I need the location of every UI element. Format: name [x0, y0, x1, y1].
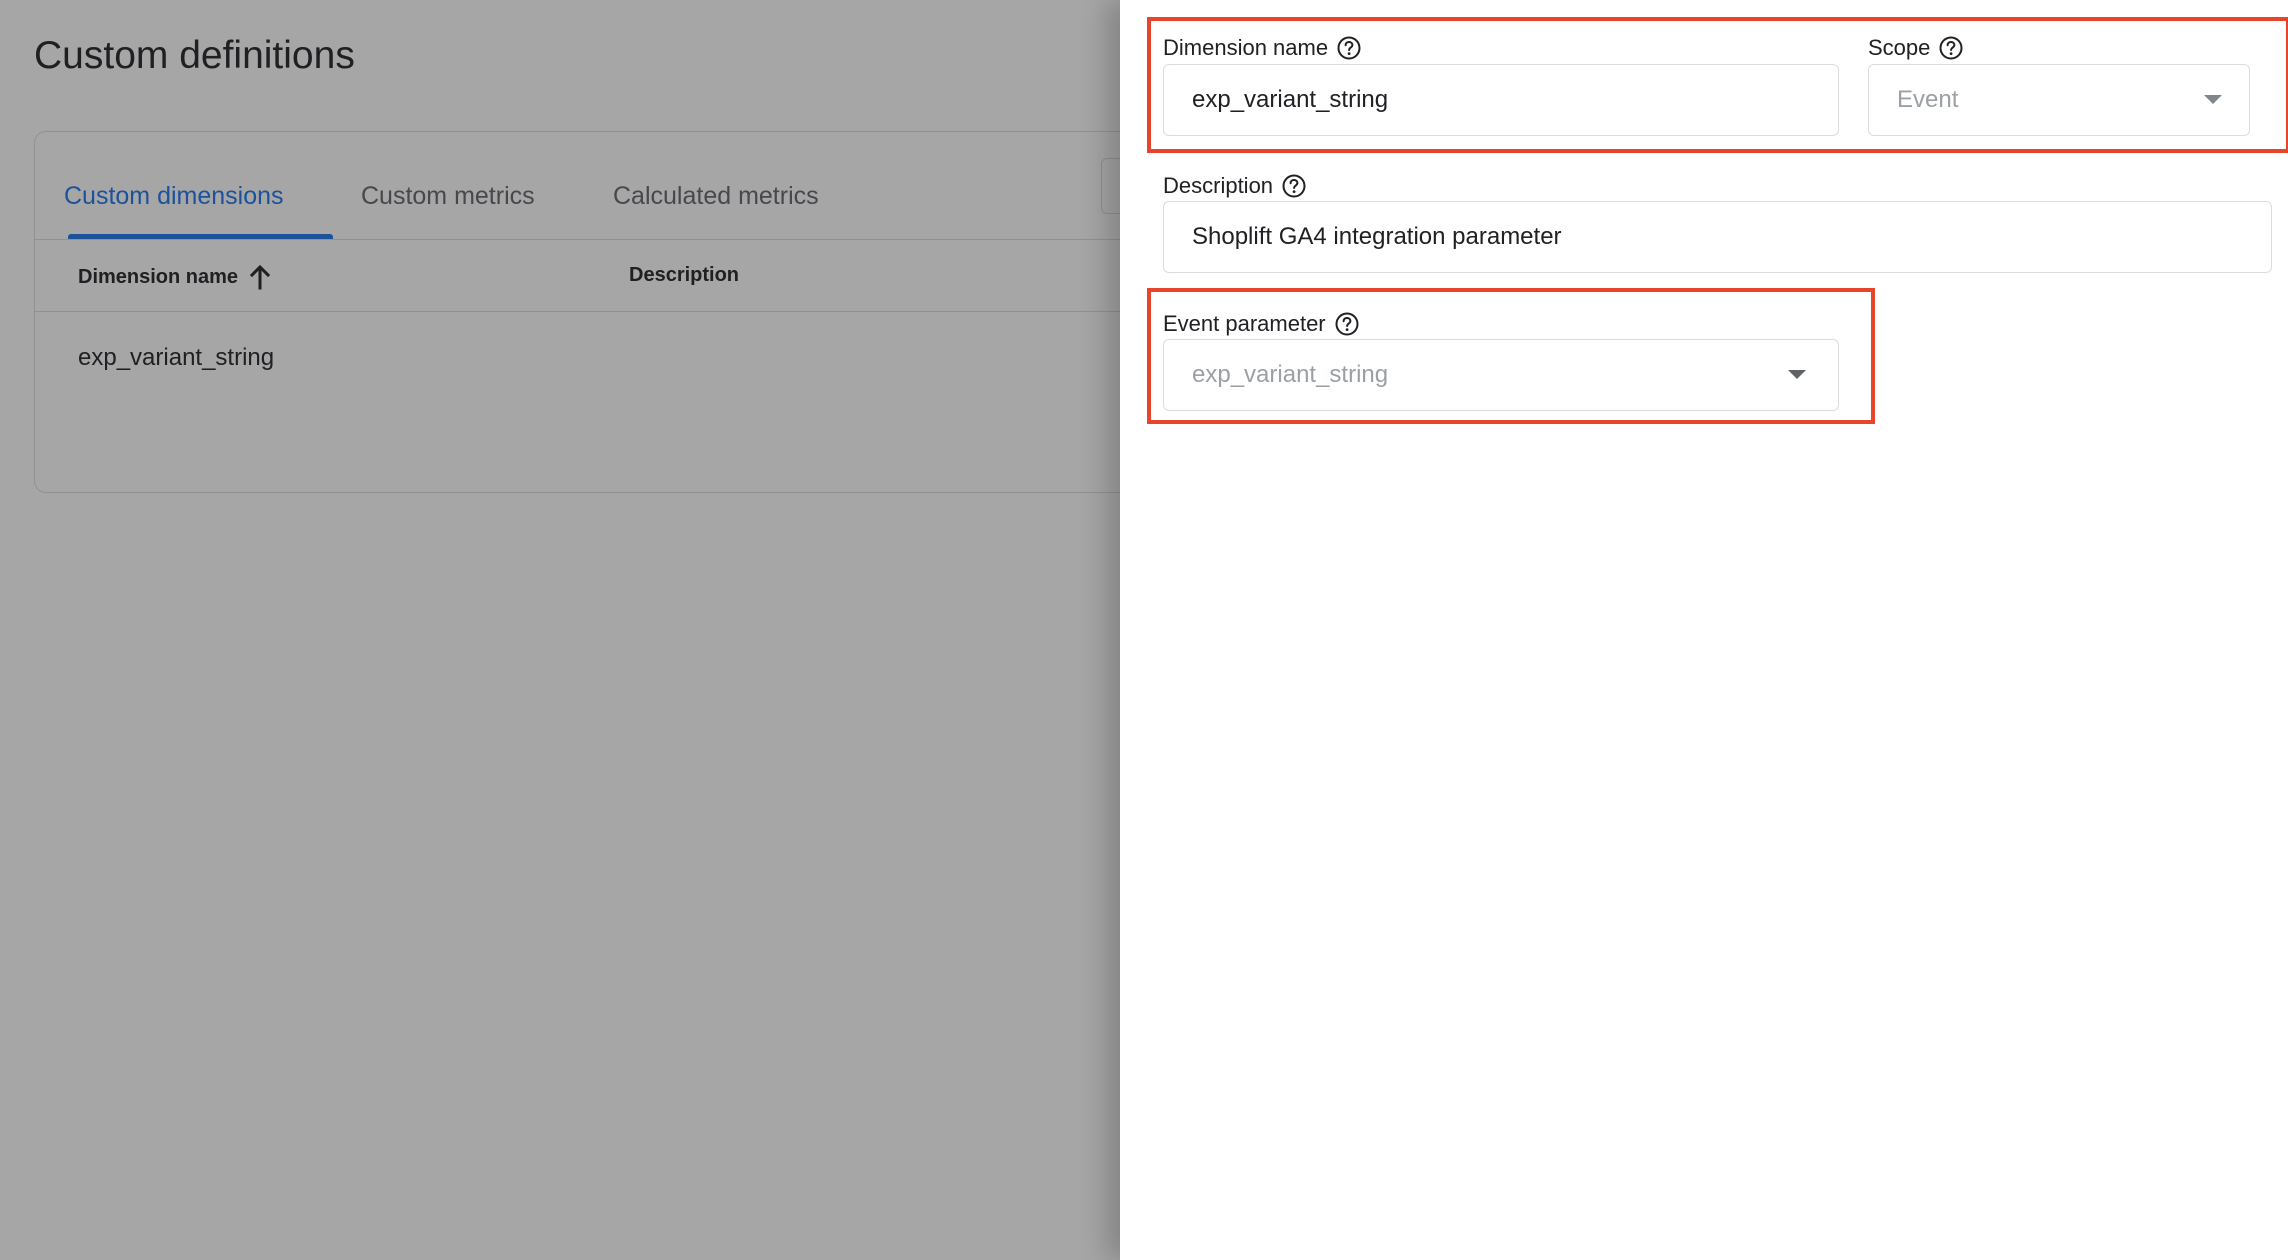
help-circle-icon[interactable] [1281, 173, 1307, 199]
description-input[interactable]: Shoplift GA4 integration parameter [1163, 201, 2272, 273]
modal-scrim[interactable] [0, 0, 1120, 1260]
edit-dimension-panel: Dimension name exp_variant_string Scope … [1120, 0, 2288, 1260]
annotation-highlight-event-parameter [1147, 288, 1875, 424]
annotation-highlight-name-scope [1147, 17, 2288, 153]
description-label: Description [1163, 173, 1307, 199]
description-label-text: Description [1163, 173, 1274, 198]
